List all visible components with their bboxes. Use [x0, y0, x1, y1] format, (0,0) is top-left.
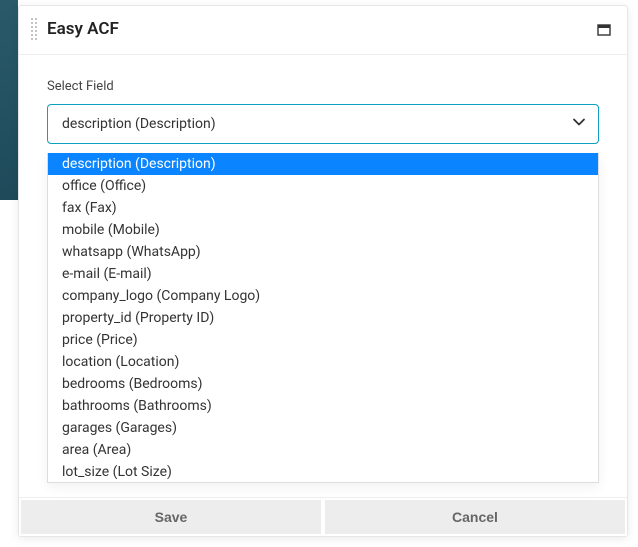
field-select[interactable]: description (Description): [47, 104, 599, 144]
dropdown-option[interactable]: e-mail (E-mail): [48, 263, 598, 285]
dropdown-option[interactable]: whatsapp (WhatsApp): [48, 241, 598, 263]
dropdown-option[interactable]: location (Location): [48, 351, 598, 373]
dropdown-option[interactable]: bedrooms (Bedrooms): [48, 373, 598, 395]
dropdown-option[interactable]: description (Description): [48, 153, 598, 175]
dropdown-option[interactable]: bathrooms (Bathrooms): [48, 395, 598, 417]
modal-header: Easy ACF: [19, 6, 627, 55]
select-field-label: Select Field: [47, 79, 599, 94]
easy-acf-modal: Easy ACF Select Field description (Descr…: [18, 5, 628, 537]
modal-title: Easy ACF: [43, 19, 589, 39]
modal-body: Select Field description (Description) d…: [19, 55, 627, 497]
dropdown-option[interactable]: property_id (Property ID): [48, 307, 598, 329]
dropdown-option[interactable]: mobile (Mobile): [48, 219, 598, 241]
drag-grip-icon[interactable]: [29, 16, 35, 42]
cancel-button[interactable]: Cancel: [325, 500, 625, 534]
chevron-down-icon: [572, 115, 586, 133]
window-restore-icon[interactable]: [597, 22, 613, 36]
dropdown-option[interactable]: company_logo (Company Logo): [48, 285, 598, 307]
dropdown-option[interactable]: lot_size (Lot Size): [48, 461, 598, 483]
background-peek: [0, 0, 18, 200]
dropdown-option[interactable]: office (Office): [48, 175, 598, 197]
dropdown-option[interactable]: garages (Garages): [48, 417, 598, 439]
dropdown-option[interactable]: price (Price): [48, 329, 598, 351]
dropdown-option[interactable]: area (Area): [48, 439, 598, 461]
dropdown-option[interactable]: fax (Fax): [48, 197, 598, 219]
save-button[interactable]: Save: [21, 500, 321, 534]
field-dropdown-list[interactable]: description (Description)office (Office)…: [47, 153, 599, 483]
select-value: description (Description): [62, 116, 216, 132]
modal-footer: Save Cancel: [19, 497, 627, 536]
